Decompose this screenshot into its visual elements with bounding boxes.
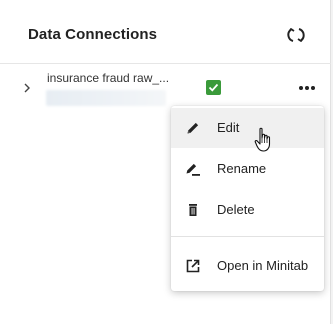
trash-icon xyxy=(185,202,201,218)
connection-row[interactable]: insurance fraud raw_... xyxy=(0,64,331,112)
menu-item-delete[interactable]: Delete xyxy=(171,190,324,230)
chevron-right-icon[interactable] xyxy=(21,81,33,93)
more-dots-icon[interactable] xyxy=(295,77,319,97)
context-menu: Edit Rename Delete Open in Minitab xyxy=(171,106,324,291)
menu-item-label: Edit xyxy=(217,120,240,135)
menu-item-open-in-minitab[interactable]: Open in Minitab xyxy=(171,246,324,286)
refresh-icon[interactable] xyxy=(285,24,307,46)
rename-icon xyxy=(185,161,201,177)
panel-header: Data Connections xyxy=(0,0,331,64)
menu-item-label: Delete xyxy=(217,202,255,217)
panel-title: Data Connections xyxy=(28,26,158,43)
menu-item-label: Open in Minitab xyxy=(217,258,309,273)
menu-divider xyxy=(171,236,324,237)
connection-name[interactable]: insurance fraud raw_... xyxy=(47,71,169,85)
check-icon xyxy=(206,80,221,95)
menu-item-rename[interactable]: Rename xyxy=(171,149,324,189)
connection-details-obscured xyxy=(46,90,166,106)
menu-item-edit[interactable]: Edit xyxy=(171,108,324,148)
pencil-icon xyxy=(185,120,201,136)
open-external-icon xyxy=(185,258,201,274)
menu-item-label: Rename xyxy=(217,161,267,176)
